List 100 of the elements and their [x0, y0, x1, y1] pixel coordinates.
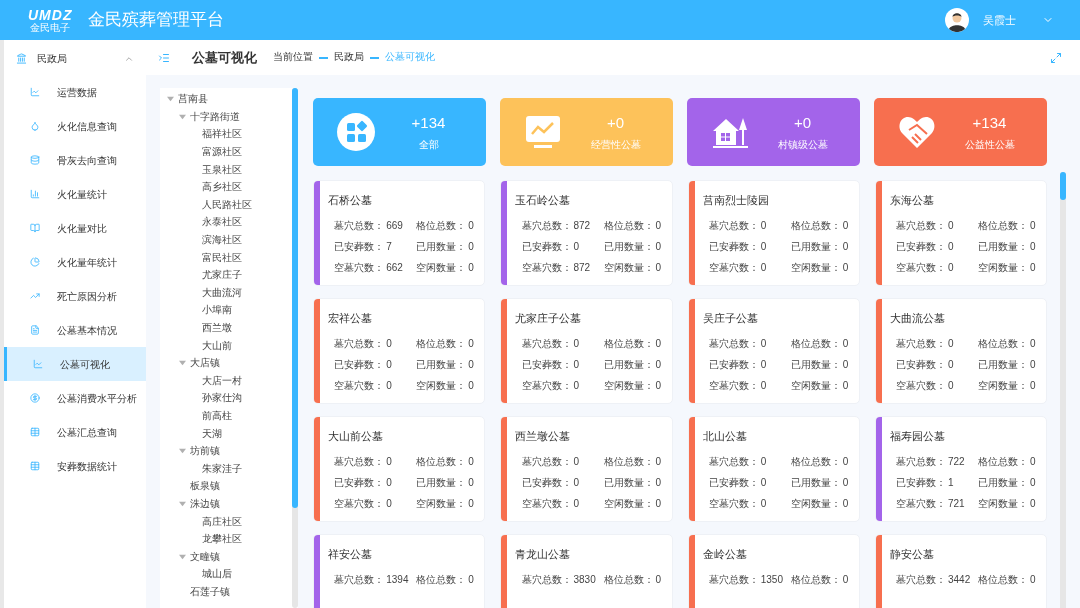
stat-value: 0 [842, 357, 850, 372]
sidebar-item[interactable]: 死亡原因分析 [4, 279, 146, 313]
tree-item[interactable]: 尤家庄子 [202, 267, 242, 283]
card-title: 祥安公墓 [328, 547, 373, 562]
tree-item[interactable]: 前高柱 [202, 408, 232, 423]
cemetery-card[interactable]: 北山公墓 墓穴总数： 0 格位总数： 0 已安葬数： 0 已用数量： 0 空墓穴数： 0 空闲数量： 0 [687, 416, 860, 522]
stat-label: 格位总数： [790, 572, 841, 587]
sidebar-item[interactable]: 公墓汇总查询 [4, 415, 146, 449]
tree-item[interactable]: 莒南县 [178, 91, 208, 107]
stat-label: 已用数量： [416, 357, 467, 372]
tree-item[interactable]: 富民社区 [202, 249, 242, 265]
breadcrumb-item[interactable]: 民政局 [334, 50, 364, 65]
tree-item[interactable]: 福祥社区 [202, 126, 242, 142]
avatar[interactable] [945, 8, 969, 32]
sidebar-item[interactable]: 安葬数据统计 [4, 449, 146, 483]
stat-label: 空墓穴数： [896, 378, 946, 393]
sidebar-item[interactable]: 骨灰去向查询 [4, 143, 146, 177]
tree-item[interactable]: 朱家洼子 [202, 460, 242, 476]
stat-label: 空闲数量： [603, 496, 654, 511]
tree-item[interactable]: 城山后 [202, 566, 232, 582]
cemetery-card[interactable]: 吴庄子公墓 墓穴总数： 0 格位总数： 0 已安葬数： 0 已用数量： 0 空墓穴数： 0 空闲数量： 0 [687, 298, 860, 404]
stat-value: 0 [573, 336, 581, 351]
cemetery-card[interactable]: 大曲流公墓 墓穴总数： 0 格位总数： 0 已安葬数： 0 已用数量： 0 空墓穴数： 0 空闲数量： 0 [874, 298, 1047, 404]
sidebar-item[interactable]: 公墓基本情况 [4, 313, 146, 347]
stat-label: 空墓穴数： [708, 496, 759, 511]
stat-value: 1 [948, 475, 955, 490]
tree-item[interactable]: 龙攀社区 [202, 531, 242, 547]
cemetery-card[interactable]: 玉石岭公墓 墓穴总数： 872 格位总数： 0 已安葬数： 0 已用数量： 0 空墓穴数： 872 空闲数量： 0 [500, 180, 673, 286]
summary-tile[interactable]: +0 村镇级公墓 [687, 98, 860, 166]
cemetery-card[interactable]: 尤家庄子公墓 墓穴总数： 0 格位总数： 0 已安葬数： 0 已用数量： 0 空墓穴数： 0 空闲数量： 0 [500, 298, 673, 404]
tree-item[interactable]: 西兰墩 [202, 320, 232, 335]
stat-value: 0 [760, 218, 768, 233]
tree-item[interactable]: 十字路街道 [190, 108, 240, 124]
card-title: 宏祥公墓 [328, 311, 373, 326]
cemetery-card[interactable]: 青龙山公墓 墓穴总数： 3830 格位总数： 0 [500, 534, 673, 608]
sidebar-item[interactable]: 公墓可视化 [4, 347, 146, 381]
caret-icon[interactable] [178, 112, 186, 121]
stat-value: 0 [1030, 239, 1037, 254]
sidebar-item[interactable]: 运营数据 [4, 75, 146, 109]
tree-item[interactable]: 高乡社区 [202, 179, 242, 195]
stat-value: 0 [842, 239, 850, 254]
caret-icon[interactable] [178, 358, 186, 367]
sidebar-item[interactable]: 公墓消费水平分析 [4, 381, 146, 415]
stat-value: 3830 [573, 572, 596, 587]
cemetery-card[interactable]: 东海公墓 墓穴总数： 0 格位总数： 0 已安葬数： 0 已用数量： 0 空墓穴数： 0 空闲数量： 0 [874, 180, 1047, 286]
cemetery-card[interactable]: 莒南烈士陵园 墓穴总数： 0 格位总数： 0 已安葬数： 0 已用数量： 0 空墓穴数： 0 空闲数量： 0 [687, 180, 860, 286]
tree-item[interactable]: 高庄社区 [202, 513, 242, 529]
card-title: 大山前公墓 [328, 429, 384, 444]
fullscreen-icon[interactable] [1050, 51, 1062, 64]
cemetery-card[interactable]: 大山前公墓 墓穴总数： 0 格位总数： 0 已安葬数： 0 已用数量： 0 空墓穴数： 0 空闲数量： 0 [313, 416, 486, 522]
stat-value: 0 [1030, 572, 1037, 587]
stat-value: 0 [468, 239, 475, 254]
stat-value: 0 [1030, 475, 1037, 490]
sidebar-item[interactable]: 火化量年统计 [4, 245, 146, 279]
stat-value: 0 [386, 336, 393, 351]
tree-item[interactable]: 大店一村 [202, 372, 242, 388]
scrollbar[interactable] [1060, 172, 1066, 608]
sidebar-item[interactable]: 火化信息查询 [4, 109, 146, 143]
tree-item[interactable]: 富源社区 [202, 144, 242, 160]
tree-item[interactable]: 石莲子镇 [190, 583, 230, 599]
tree-item[interactable]: 孙家仕沟 [202, 390, 242, 406]
tree-item[interactable]: 文疃镇 [190, 548, 220, 564]
pie-chart-icon [30, 257, 40, 267]
stat-label: 空闲数量： [978, 496, 1028, 511]
cemetery-card[interactable]: 福寿园公墓 墓穴总数： 722 格位总数： 0 已安葬数： 1 已用数量： 0 空墓穴数： 721 空闲数量： 0 [874, 416, 1047, 522]
caret-icon[interactable] [178, 446, 186, 455]
stat-value: 0 [1030, 336, 1037, 351]
tree-item[interactable]: 大山前 [202, 337, 232, 353]
stat-label: 已用数量： [790, 357, 841, 372]
tree-item[interactable]: 人民路社区 [202, 196, 252, 212]
tree-item[interactable]: 天湖 [202, 425, 222, 441]
stat-label: 格位总数： [416, 336, 467, 351]
cemetery-card[interactable]: 宏祥公墓 墓穴总数： 0 格位总数： 0 已安葬数： 0 已用数量： 0 空墓穴数： 0 空闲数量： 0 [313, 298, 486, 404]
stat-label: 空闲数量： [790, 378, 841, 393]
tree-item[interactable]: 大店镇 [190, 355, 220, 371]
cemetery-card[interactable]: 静安公墓 墓穴总数： 3442 格位总数： 0 [874, 534, 1047, 608]
tree-item[interactable]: 坊前镇 [190, 443, 220, 459]
tree-item[interactable]: 永泰社区 [202, 214, 242, 230]
sidebar-item[interactable]: 火化量对比 [4, 211, 146, 245]
card-title: 吴庄子公墓 [702, 311, 759, 326]
cemetery-card[interactable]: 祥安公墓 墓穴总数： 1394 格位总数： 0 [313, 534, 486, 608]
caret-icon[interactable] [178, 499, 186, 508]
tree-item[interactable]: 大曲流河 [202, 284, 242, 300]
tree-item[interactable]: 滨海社区 [202, 232, 242, 248]
sidebar-group[interactable]: 民政局 [4, 42, 146, 75]
menu-toggle-icon[interactable] [158, 51, 170, 64]
cemetery-card[interactable]: 西兰墩公墓 墓穴总数： 0 格位总数： 0 已安葬数： 0 已用数量： 0 空墓穴数： 0 空闲数量： 0 [500, 416, 673, 522]
caret-icon[interactable] [166, 94, 174, 103]
tree-item[interactable]: 玉泉社区 [202, 161, 242, 177]
tree-item[interactable]: 板泉镇 [190, 478, 220, 494]
stat-label: 格位总数： [416, 454, 467, 469]
tree-item[interactable]: 小埠南 [202, 302, 232, 318]
stat-label: 空墓穴数： [896, 260, 946, 275]
cemetery-card[interactable]: 石桥公墓 墓穴总数： 669 格位总数： 0 已安葬数： 7 已用数量： 0 空墓穴数： 662 空闲数量： 0 [313, 180, 486, 286]
tree-item[interactable]: 洙边镇 [190, 495, 220, 511]
caret-icon[interactable] [178, 552, 186, 561]
stat-label: 空墓穴数： [334, 496, 385, 511]
sidebar-item[interactable]: 火化量统计 [4, 177, 146, 211]
cemetery-card[interactable]: 金岭公墓 墓穴总数： 1350 格位总数： 0 [687, 534, 860, 608]
scrollbar[interactable] [292, 88, 298, 608]
